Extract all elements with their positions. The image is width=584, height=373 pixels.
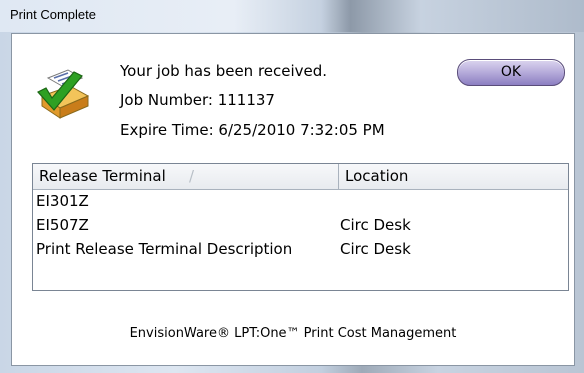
- release-terminal-list[interactable]: Release Terminal / Location EI301Z EI507…: [32, 163, 569, 291]
- list-header: Release Terminal / Location: [33, 164, 568, 190]
- terminal-cell: EI301Z: [36, 192, 89, 210]
- column-header-release-terminal[interactable]: Release Terminal /: [33, 164, 339, 189]
- table-row[interactable]: Print Release Terminal Description Circ …: [33, 238, 568, 260]
- sort-indicator-icon: /: [189, 167, 195, 185]
- expire-time: Expire Time: 6/25/2010 7:32:05 PM: [120, 121, 385, 139]
- print-checkmark-icon: [37, 69, 90, 119]
- job-number: Job Number: 111137: [120, 91, 275, 109]
- column-header-location[interactable]: Location: [339, 164, 568, 189]
- column-label: Release Terminal: [39, 167, 166, 185]
- footer-credit: EnvisionWare® LPT:One™ Print Cost Manage…: [129, 326, 457, 341]
- terminal-cell: Print Release Terminal Description: [36, 240, 293, 258]
- terminal-cell: EI507Z: [36, 216, 89, 234]
- location-cell: Circ Desk: [340, 240, 411, 258]
- message-received: Your job has been received.: [120, 62, 328, 80]
- dialog-client-area: Your job has been received. Job Number: …: [11, 33, 575, 366]
- table-row[interactable]: EI301Z: [33, 190, 568, 212]
- ok-button[interactable]: OK: [457, 59, 565, 86]
- table-row[interactable]: EI507Z Circ Desk: [33, 214, 568, 236]
- title-bar[interactable]: Print Complete: [0, 0, 584, 32]
- location-cell: Circ Desk: [340, 216, 411, 234]
- window-title: Print Complete: [10, 7, 96, 22]
